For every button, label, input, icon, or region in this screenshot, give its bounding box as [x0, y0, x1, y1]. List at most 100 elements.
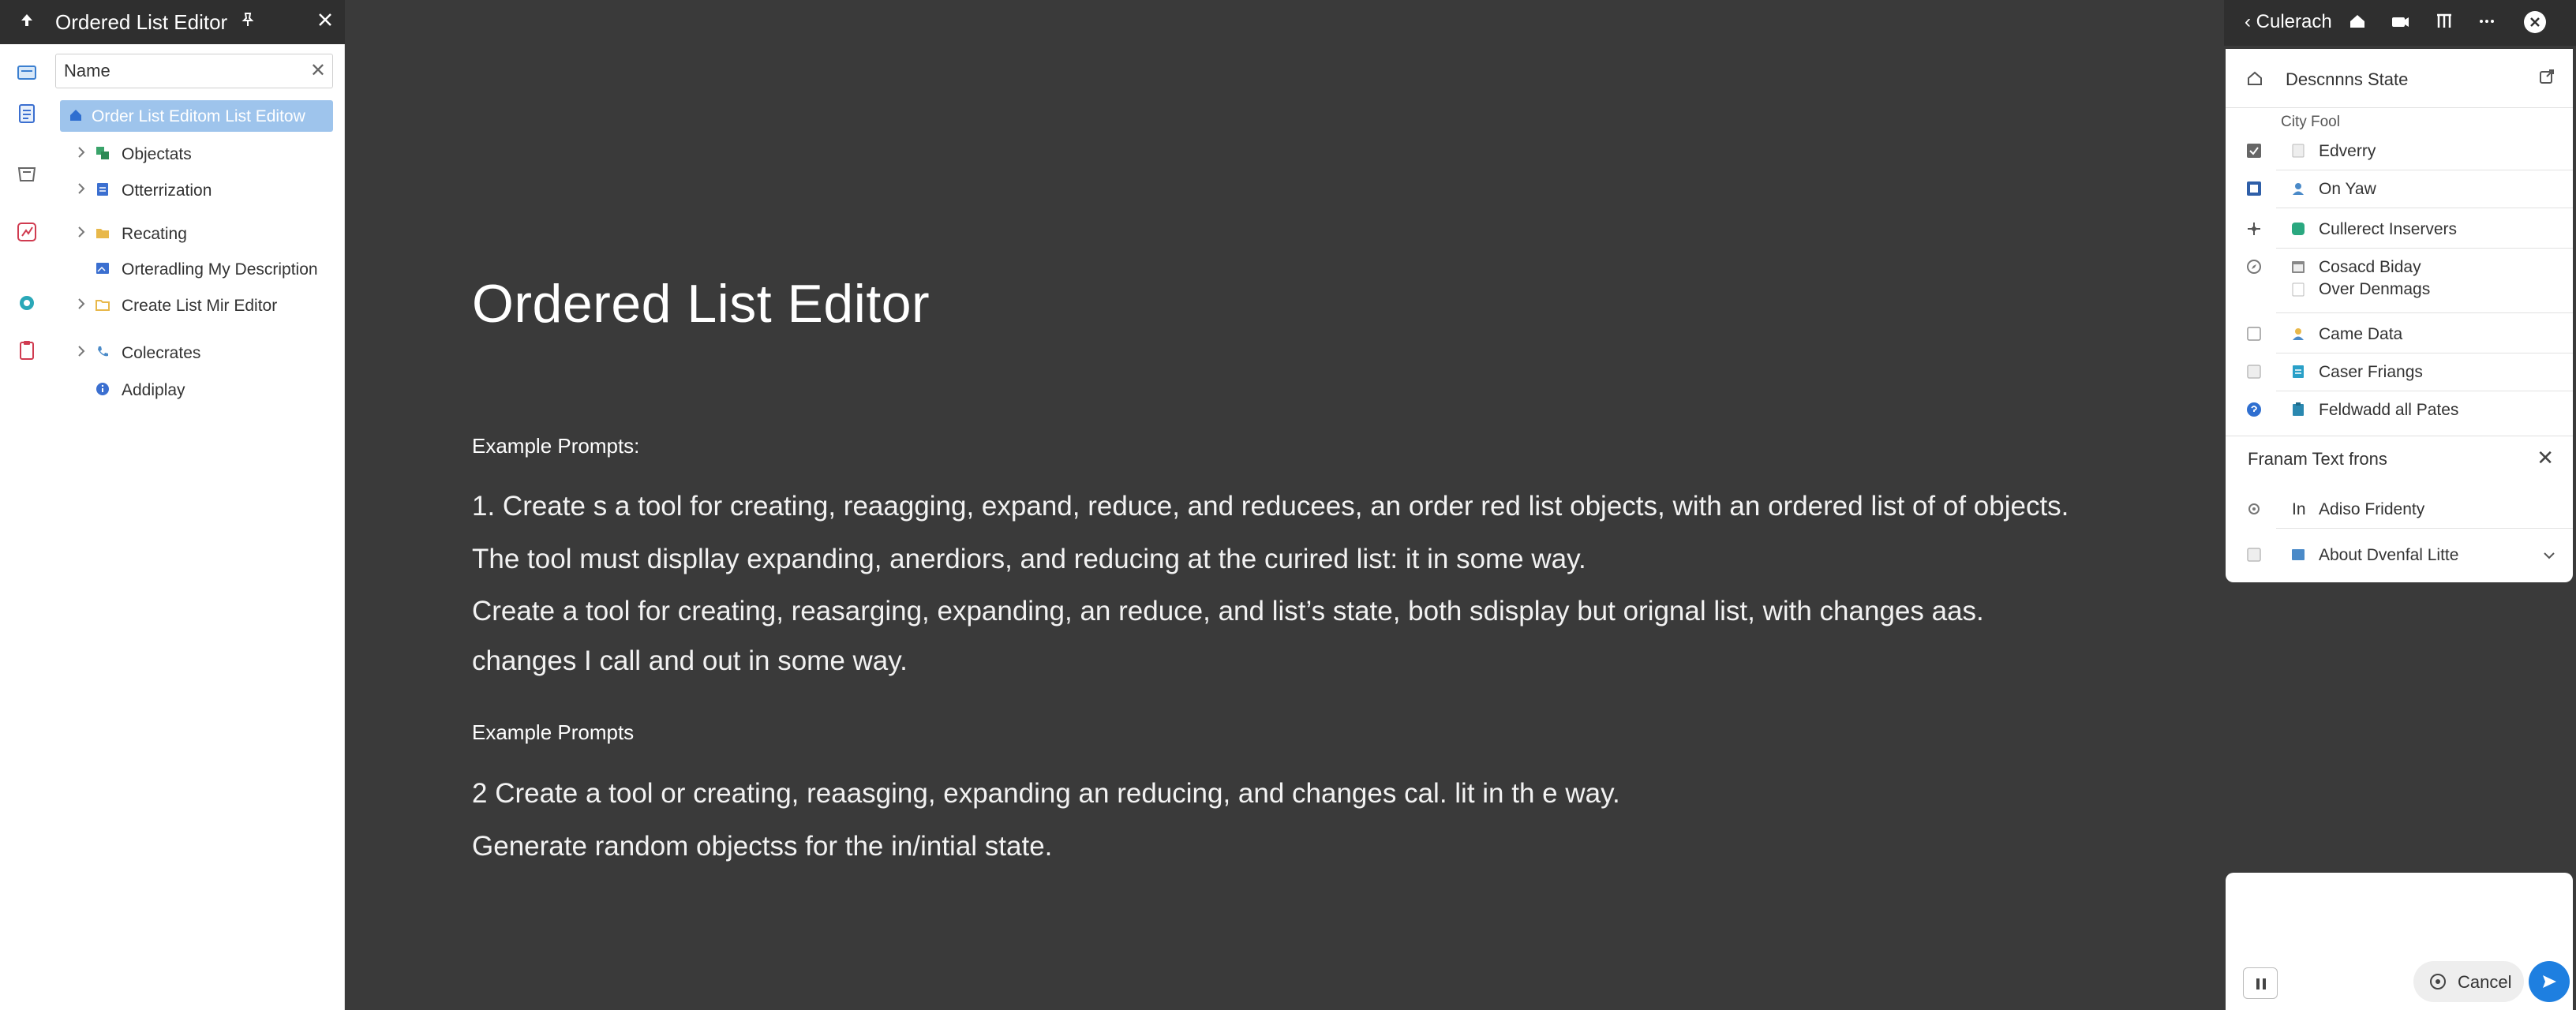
- main-content: Ordered List Editor Example Prompts: 1. …: [346, 0, 2224, 1010]
- chevron-left-icon: ‹: [2245, 11, 2251, 32]
- state-row[interactable]: On Yaw: [2226, 170, 2573, 208]
- chevron-right-icon[interactable]: [74, 181, 90, 197]
- checkbox-icon[interactable]: [2246, 326, 2262, 342]
- image-icon: [95, 260, 112, 278]
- pin-icon[interactable]: [237, 11, 259, 33]
- tree-item[interactable]: Orteradling My Description: [60, 253, 333, 285]
- prompt-line: 2 Create a tool or creating, reaasging, …: [472, 778, 1620, 809]
- checkbox-icon[interactable]: [2246, 364, 2262, 380]
- document-icon[interactable]: [16, 103, 39, 126]
- gear-icon[interactable]: [16, 292, 39, 316]
- checkbox-checked-icon[interactable]: [2246, 143, 2262, 159]
- clipboard-icon: [2290, 402, 2306, 417]
- divider: [2226, 107, 2573, 108]
- send-button[interactable]: [2529, 961, 2570, 1002]
- section-row-label: About Dvenfal Litte: [2319, 546, 2459, 564]
- right-topbar: ‹ Culerach: [2224, 0, 2576, 46]
- divider: [2276, 528, 2573, 529]
- section-row-prefix: In: [2292, 500, 2306, 518]
- gear-icon[interactable]: [2246, 501, 2262, 517]
- move-icon[interactable]: [2246, 221, 2262, 237]
- clear-search-icon[interactable]: ✕: [310, 61, 326, 81]
- folder-icon: [95, 225, 112, 242]
- tree-item-label: Objectats: [122, 145, 192, 163]
- state-row-label: Over Denmags: [2319, 280, 2431, 298]
- chevron-right-icon[interactable]: [74, 344, 90, 360]
- state-row[interactable]: Edverry: [2226, 133, 2573, 170]
- stop-icon: [2430, 974, 2446, 989]
- name-search-field[interactable]: ✕: [55, 54, 333, 88]
- tree-item-label: Order List Editom List Editow: [92, 107, 305, 125]
- example-prompts-heading: Example Prompts: [472, 720, 635, 744]
- upload-icon[interactable]: [16, 11, 38, 33]
- state-row[interactable]: Feldwadd all Pates: [2226, 391, 2573, 429]
- more-icon[interactable]: [2477, 11, 2499, 33]
- state-row[interactable]: Cosacd Biday: [2226, 249, 2573, 276]
- section-row[interactable]: In Adiso Fridenty: [2226, 491, 2573, 529]
- back-label: Culerach: [2256, 11, 2332, 32]
- state-row[interactable]: Came Data: [2226, 316, 2573, 354]
- document-icon: [2290, 364, 2306, 380]
- camera-icon[interactable]: [2390, 11, 2412, 33]
- state-panel-title: Descnnns State: [2286, 69, 2409, 89]
- home-icon[interactable]: [2347, 11, 2369, 33]
- tree-item[interactable]: Otterrization: [60, 174, 333, 206]
- state-row[interactable]: Caser Friangs: [2226, 354, 2573, 391]
- chat-composer[interactable]: Cancel: [2226, 873, 2573, 1010]
- send-icon: [2543, 975, 2556, 988]
- close-circle-icon[interactable]: [2522, 9, 2548, 35]
- state-row-label: Feldwadd all Pates: [2319, 401, 2459, 419]
- text-section-header[interactable]: Franam Text frons ✕: [2226, 436, 2573, 478]
- state-row-label: On Yaw: [2319, 180, 2376, 198]
- state-panel: Descnnns State City Fool Edverry On Yaw …: [2226, 49, 2573, 582]
- chevron-down-icon[interactable]: [2541, 548, 2557, 567]
- state-row[interactable]: Over Denmags: [2226, 275, 2573, 313]
- help-icon[interactable]: [2246, 402, 2262, 417]
- tree-item-selected[interactable]: Order List Editom List Editow: [60, 100, 333, 132]
- open-external-icon[interactable]: [2538, 68, 2555, 89]
- chart-icon[interactable]: [16, 221, 39, 245]
- pause-button[interactable]: [2243, 967, 2278, 999]
- home-icon: [68, 107, 85, 125]
- calendar-icon: [2290, 259, 2306, 275]
- prompt-line: The tool must displlay expanding, anerdi…: [472, 544, 1586, 574]
- shapes-icon: [2290, 221, 2306, 237]
- document-icon: [2290, 282, 2306, 297]
- prompt-line: Generate random objectss for the in/inti…: [472, 831, 1053, 862]
- compass-icon[interactable]: [2246, 259, 2262, 275]
- state-row-label: Cullerect Inservers: [2319, 220, 2458, 238]
- inbox-icon[interactable]: [16, 62, 39, 85]
- chevron-right-icon[interactable]: [74, 225, 90, 241]
- tree-item[interactable]: Addiplay: [60, 374, 333, 406]
- document-icon: [95, 181, 112, 199]
- cancel-button[interactable]: Cancel: [2413, 961, 2524, 1002]
- home-icon[interactable]: [2246, 69, 2263, 91]
- checkbox-icon[interactable]: [2246, 547, 2262, 563]
- back-button[interactable]: ‹ Culerach: [2245, 11, 2332, 33]
- clipboard-icon[interactable]: [16, 339, 39, 363]
- archive-icon[interactable]: [16, 163, 39, 186]
- shapes-icon: [95, 145, 112, 163]
- prompt-line: changes I call and out in some way.: [472, 645, 908, 676]
- state-row[interactable]: Cullerect Inservers: [2226, 211, 2573, 249]
- close-icon[interactable]: ✕: [2537, 446, 2554, 470]
- tree-item[interactable]: Objectats: [60, 138, 333, 170]
- columns-icon[interactable]: [2434, 11, 2456, 33]
- tree-item[interactable]: Create List Mir Editor: [60, 290, 333, 321]
- left-panel-title: Ordered List Editor: [55, 10, 228, 34]
- prompt-line: Create a tool for creating, reasarging, …: [472, 596, 1984, 627]
- checkbox-checked-icon[interactable]: [2246, 181, 2262, 196]
- tree-item-label: Addiplay: [122, 381, 185, 399]
- page-title: Ordered List Editor: [472, 274, 930, 334]
- section-row[interactable]: About Dvenfal Litte: [2226, 537, 2573, 574]
- chevron-right-icon[interactable]: [74, 145, 90, 161]
- example-prompts-heading: Example Prompts:: [472, 434, 640, 458]
- tree-item[interactable]: Colecrates: [60, 337, 333, 368]
- state-row-label: Caser Friangs: [2319, 363, 2423, 381]
- chevron-right-icon[interactable]: [74, 297, 90, 312]
- left-panel: Ordered List Editor ✕: [0, 0, 345, 1010]
- close-icon[interactable]: [314, 11, 336, 33]
- name-search-input[interactable]: [64, 61, 301, 81]
- tree-item[interactable]: Recating: [60, 218, 333, 249]
- section-row-label: Adiso Fridenty: [2319, 500, 2425, 518]
